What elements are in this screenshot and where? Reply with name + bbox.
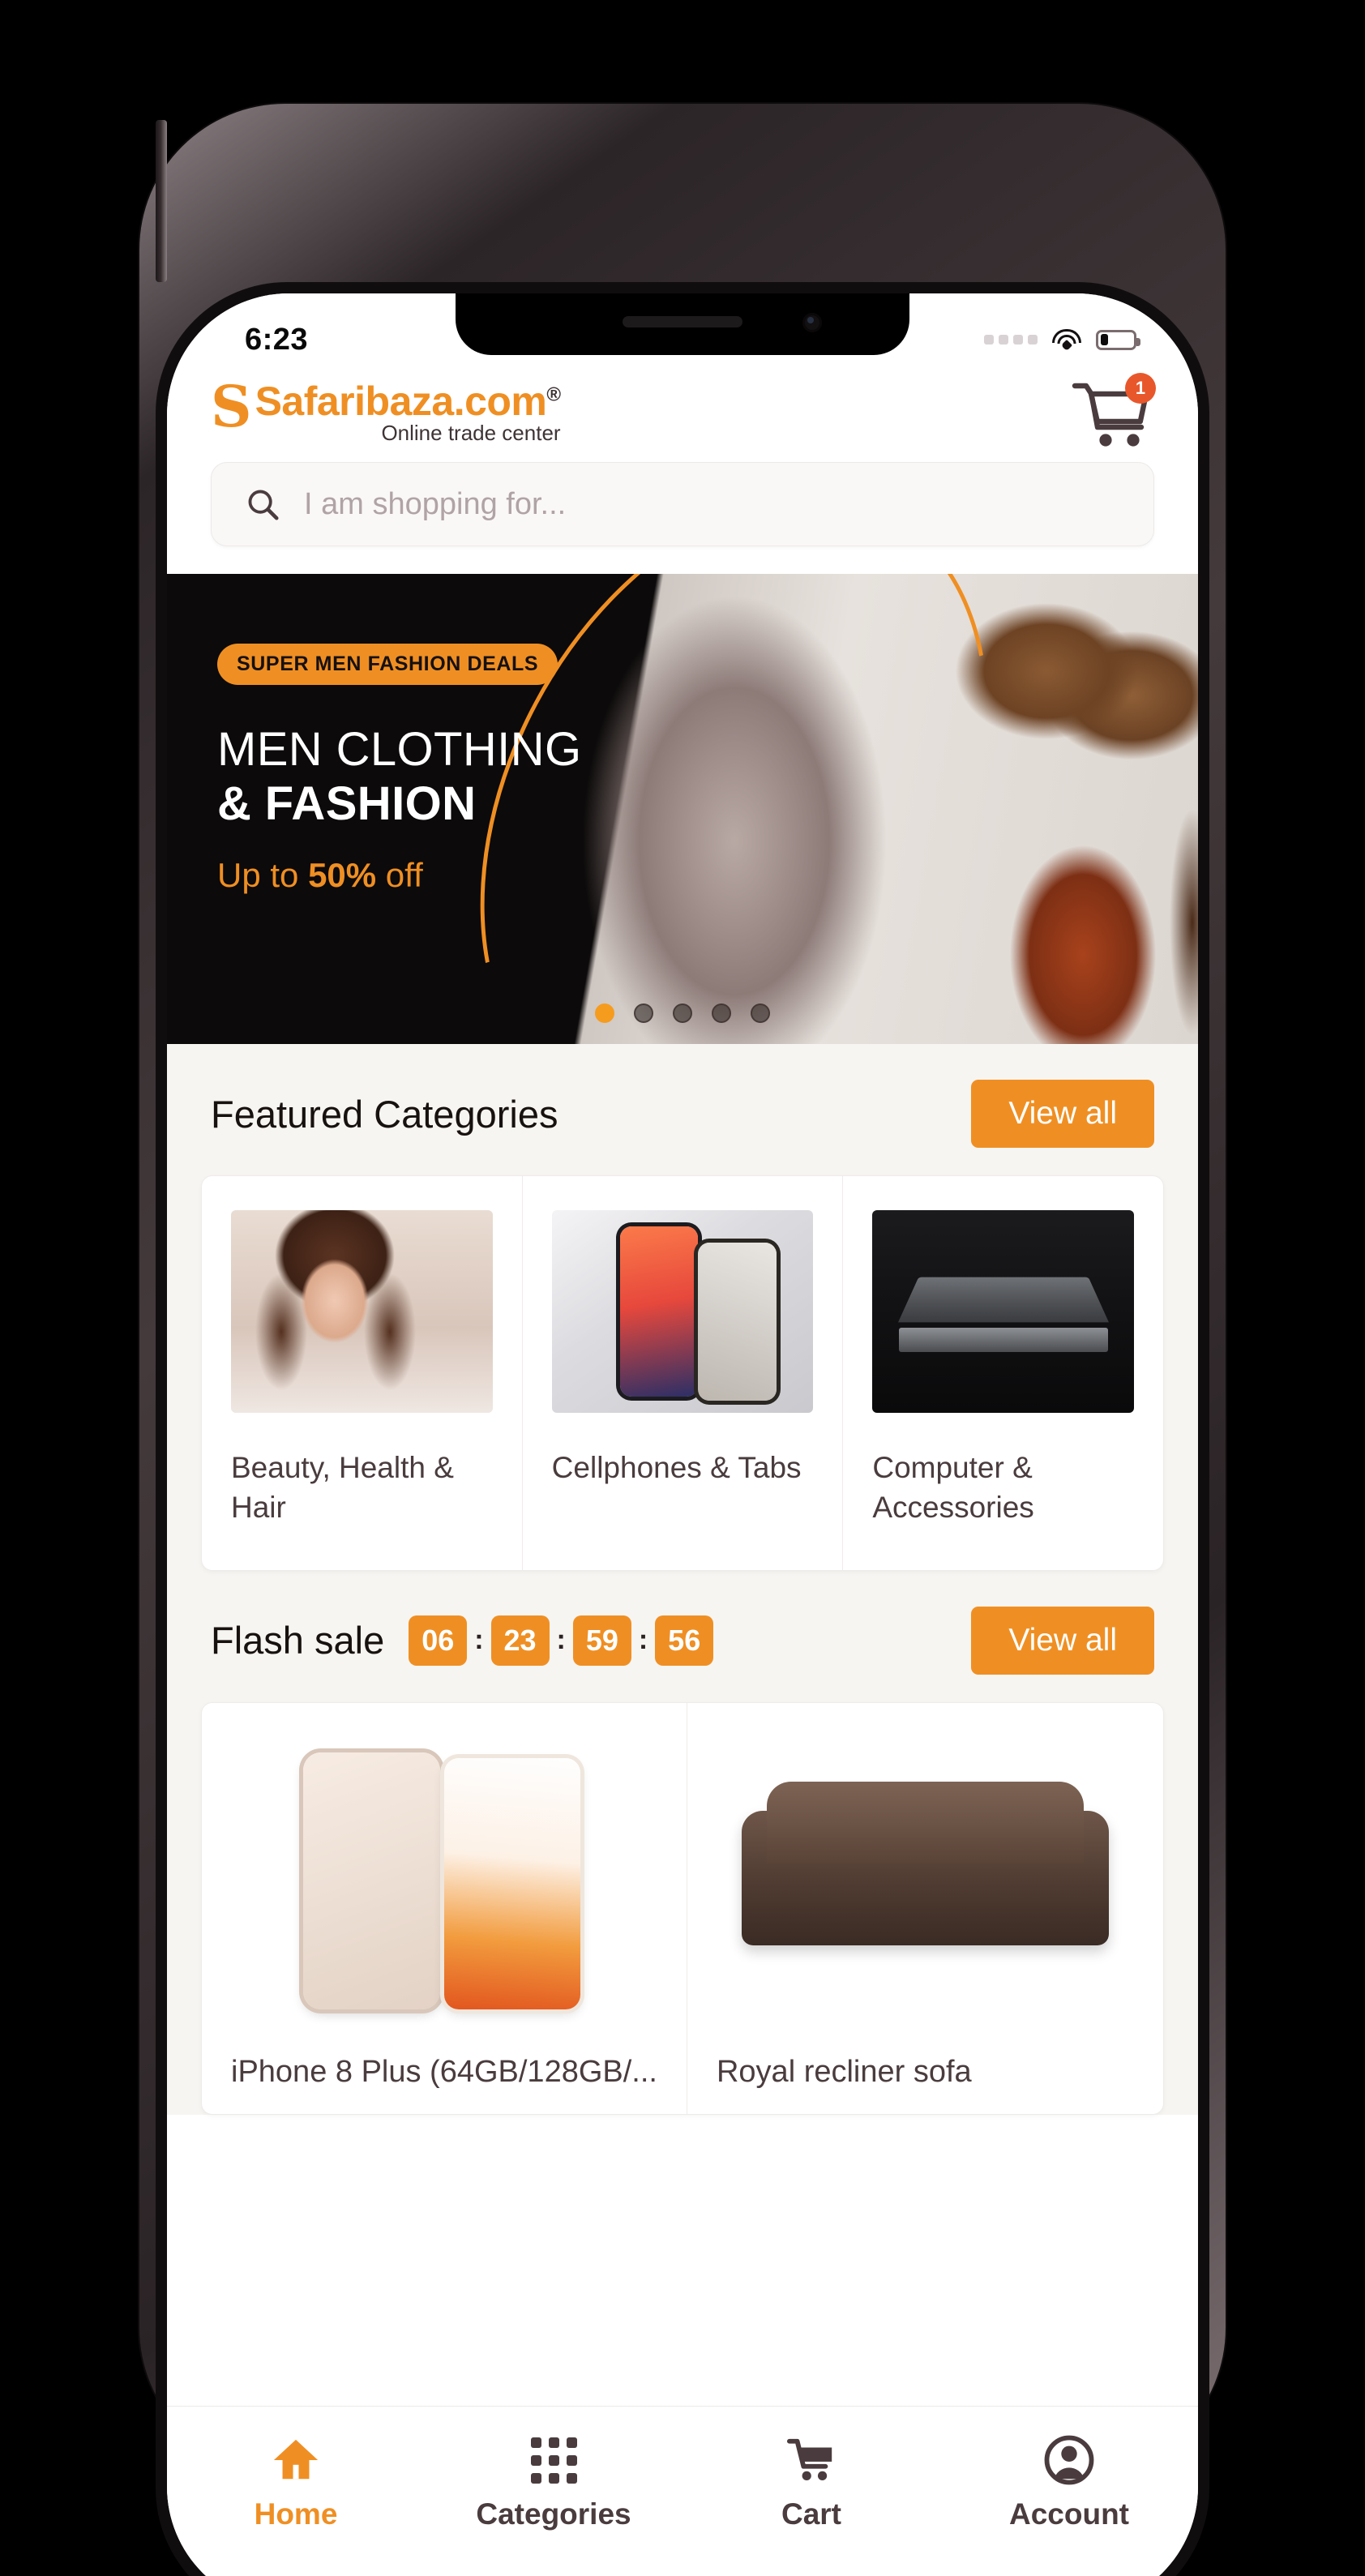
product-item-sofa[interactable]: Royal recliner sofa: [686, 1702, 1163, 2114]
tab-cart[interactable]: Cart: [682, 2434, 940, 2531]
tab-label: Home: [254, 2497, 338, 2531]
phone-screen: 6:23 S Safaribaza.com® Online trade cent…: [167, 293, 1198, 2576]
flash-sale-header: Flash sale 06 : 23 : 59 : 56 View all: [167, 1571, 1198, 1702]
banner-discount: 50%: [308, 855, 377, 894]
logo-tagline: Online trade center: [381, 420, 561, 445]
banner-subtitle-prefix: Up to: [217, 855, 309, 894]
app-header: S Safaribaza.com® Online trade center 1: [167, 371, 1198, 451]
flash-sale-countdown: 06 : 23 : 59 : 56: [409, 1615, 714, 1666]
smartphones-photo: [551, 1210, 814, 1413]
carousel-dot-2[interactable]: [634, 1003, 653, 1023]
product-name: iPhone 8 Plus (64GB/128GB/...: [231, 2054, 657, 2089]
grid-icon: [530, 2434, 577, 2486]
countdown-hours: 23: [490, 1615, 550, 1666]
iphone-8-plus-photo: [231, 1735, 657, 2027]
logo-mark-icon: S: [211, 372, 252, 440]
carousel-dot-4[interactable]: [712, 1003, 731, 1023]
banner-subtitle-suffix: off: [376, 855, 423, 894]
search-placeholder: I am shopping for...: [304, 486, 567, 521]
countdown-separator: :: [638, 1624, 648, 1656]
tab-home[interactable]: Home: [167, 2434, 425, 2531]
logo-trademark: ®: [546, 383, 561, 406]
wifi-icon: [1052, 329, 1081, 352]
carousel-dot-3[interactable]: [673, 1003, 692, 1023]
laptop-photo: [872, 1210, 1135, 1413]
battery-low-icon: [1096, 329, 1140, 350]
featured-categories-card: Beauty, Health & Hair Cellphones & Tabs …: [201, 1175, 1164, 1571]
beauty-woman-photo: [231, 1210, 493, 1413]
category-label: Computer & Accessories: [872, 1451, 1034, 1524]
cart-button[interactable]: 1: [1070, 373, 1156, 451]
category-item-computer[interactable]: Computer & Accessories: [842, 1176, 1163, 1570]
bottom-tab-bar: Home Categories Cart Account: [167, 2406, 1198, 2576]
account-icon: [1044, 2434, 1094, 2486]
carousel-dots[interactable]: [595, 1003, 770, 1023]
status-indicators: [984, 329, 1140, 352]
logo-domain: .com: [453, 378, 547, 424]
flash-sale-card: iPhone 8 Plus (64GB/128GB/... Royal recl…: [201, 1701, 1164, 2115]
cart-badge: 1: [1125, 373, 1156, 404]
status-clock: 6:23: [245, 322, 309, 357]
search-icon: [248, 490, 279, 520]
tab-label: Categories: [476, 2497, 631, 2531]
logo-wordmark: Safaribaza.com®: [255, 378, 562, 424]
banner-deal-badge: SUPER MEN FASHION DEALS: [217, 644, 558, 685]
category-label: Beauty, Health & Hair: [231, 1451, 454, 1524]
flash-sale-title: Flash sale: [211, 1619, 385, 1662]
front-camera: [802, 313, 822, 332]
category-item-cellphones[interactable]: Cellphones & Tabs: [521, 1176, 843, 1570]
hero-banner-carousel[interactable]: SUPER MEN FASHION DEALS MEN CLOTHING & F…: [167, 574, 1198, 1044]
featured-categories-header: Featured Categories View all: [167, 1044, 1198, 1175]
category-item-beauty[interactable]: Beauty, Health & Hair: [202, 1176, 522, 1570]
banner-text-block: SUPER MEN FASHION DEALS MEN CLOTHING & F…: [217, 644, 582, 895]
earpiece-speaker: [623, 316, 742, 327]
search-input[interactable]: I am shopping for...: [211, 462, 1154, 546]
banner-title-line1: MEN CLOTHING: [217, 723, 582, 776]
tab-categories[interactable]: Categories: [425, 2434, 682, 2531]
recliner-sofa-photo: [716, 1735, 1134, 2027]
countdown-minutes: 59: [572, 1615, 631, 1666]
main-content: Featured Categories View all Beauty, Hea…: [167, 1044, 1198, 2115]
carousel-dot-1[interactable]: [595, 1003, 614, 1023]
countdown-days: 06: [409, 1615, 468, 1666]
tab-label: Account: [1009, 2497, 1129, 2531]
category-label: Cellphones & Tabs: [551, 1451, 802, 1484]
product-item-iphone[interactable]: iPhone 8 Plus (64GB/128GB/...: [202, 1703, 687, 2114]
brand-logo[interactable]: S Safaribaza.com® Online trade center: [211, 372, 562, 446]
search-zone: I am shopping for...: [167, 451, 1198, 574]
logo-name: Safaribaza: [255, 378, 455, 424]
countdown-separator: :: [474, 1624, 484, 1656]
phone-device-frame: 6:23 S Safaribaza.com® Online trade cent…: [139, 104, 1226, 2576]
logo-text-block: Safaribaza.com® Online trade center: [255, 378, 562, 446]
flash-sale-title-group: Flash sale 06 : 23 : 59 : 56: [211, 1615, 714, 1666]
countdown-seconds: 56: [655, 1615, 714, 1666]
cart-icon: [786, 2434, 837, 2486]
tab-account[interactable]: Account: [940, 2434, 1198, 2531]
device-notch: [456, 293, 909, 355]
featured-view-all-button[interactable]: View all: [971, 1080, 1154, 1148]
carousel-dot-5[interactable]: [751, 1003, 770, 1023]
signal-dots-icon: [984, 335, 1038, 344]
tab-label: Cart: [781, 2497, 842, 2531]
power-button[interactable]: [156, 120, 167, 282]
countdown-separator: :: [556, 1624, 566, 1656]
featured-categories-title: Featured Categories: [211, 1092, 558, 1136]
product-name: Royal recliner sofa: [716, 2054, 972, 2089]
banner-subtitle: Up to 50% off: [217, 856, 582, 895]
home-icon: [271, 2434, 321, 2486]
phone-bezel: 6:23 S Safaribaza.com® Online trade cent…: [156, 282, 1209, 2576]
flash-sale-view-all-button[interactable]: View all: [971, 1606, 1154, 1675]
banner-title-line2: & FASHION: [217, 777, 477, 831]
screenshot-root: 6:23 S Safaribaza.com® Online trade cent…: [0, 0, 1365, 2576]
